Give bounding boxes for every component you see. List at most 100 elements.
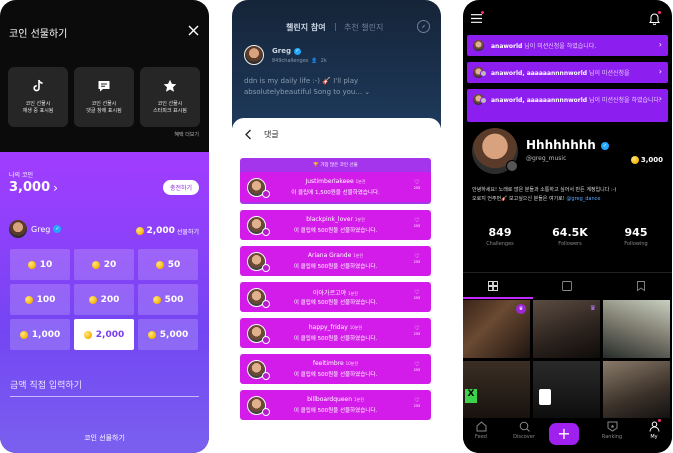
gift-user: Ariana Grande 1분전 bbox=[240, 252, 431, 259]
tool-comment[interactable]: 코인 선물시 댓글 창에 표시됨 bbox=[74, 67, 134, 127]
camera-icon[interactable] bbox=[506, 160, 518, 172]
plus-icon: + bbox=[549, 423, 579, 445]
nav-create[interactable]: + bbox=[549, 423, 579, 445]
recipient: Greg ✓ bbox=[9, 220, 62, 238]
video-thumbnail[interactable]: ♛ bbox=[463, 300, 530, 358]
gift-time: 1분전 bbox=[353, 397, 364, 402]
nav-label: Discover bbox=[513, 434, 535, 440]
charge-button[interactable]: 충전하기 bbox=[163, 180, 199, 195]
compass-icon[interactable] bbox=[417, 20, 430, 33]
like-button[interactable]: ♡ 255 bbox=[411, 397, 423, 408]
close-icon[interactable] bbox=[188, 25, 199, 36]
bell-icon[interactable] bbox=[649, 11, 661, 25]
amount-option[interactable]: 100 bbox=[10, 284, 70, 315]
amount-option[interactable]: 200 bbox=[74, 284, 134, 315]
gift-comment-card[interactable]: blackpink_lover 1분전 이 클립에 500원을 선물하였습니다. ♡… bbox=[240, 210, 431, 240]
handle: @greg_music bbox=[526, 155, 567, 162]
notification-text: anaworld 님이 미션신청을 하였습니다. bbox=[491, 41, 596, 50]
user-challenges: 849challenges bbox=[272, 58, 309, 64]
bio-link[interactable]: @greg_dance bbox=[566, 196, 600, 202]
tool-tiktok[interactable]: 코인 선물시 재생 중 표시됨 bbox=[8, 67, 68, 127]
video-thumbnail[interactable] bbox=[603, 300, 670, 358]
like-count: 255 bbox=[413, 404, 421, 408]
user-row: Greg ✓ bbox=[272, 47, 301, 55]
gift-comment-card[interactable]: Justimberlakeee 1분전 이 클립에 1,500원을 선물하였습니다… bbox=[240, 172, 431, 202]
stat-challenges[interactable]: 849 Challenges bbox=[477, 226, 523, 247]
notification-item[interactable]: anaworld, aaaaaannnnworld 님이 미션신청을 하였습니다… bbox=[467, 89, 668, 122]
amount-option[interactable]: 5,000 bbox=[138, 319, 198, 350]
gift-comment-card[interactable]: Ariana Grande 1분전이 클립에 500원을 선물하였습니다. ♡ 25… bbox=[240, 246, 431, 276]
notification-item[interactable]: anaworld, aaaaaannnnworld 님이 미션신청을 › bbox=[467, 62, 668, 83]
video-thumbnail[interactable] bbox=[603, 361, 670, 419]
recipient-amount: 2,000 bbox=[146, 226, 175, 236]
gift-coin-button[interactable]: 코인 선물하기 bbox=[0, 422, 209, 453]
avatar[interactable] bbox=[244, 45, 264, 65]
like-button[interactable]: ♡ 255 bbox=[411, 179, 423, 190]
coin-icon bbox=[152, 295, 161, 304]
amount-option[interactable]: 10 bbox=[10, 249, 70, 280]
amount-value: 5,000 bbox=[159, 329, 189, 340]
video-thumbnail[interactable] bbox=[533, 361, 600, 419]
avatar bbox=[480, 97, 487, 104]
ranking-icon bbox=[597, 421, 627, 432]
direct-amount-input[interactable]: 금액 직접 입력하기 bbox=[10, 378, 82, 391]
grid-tab-icon[interactable] bbox=[488, 281, 498, 291]
bookmark-tab-icon[interactable] bbox=[637, 281, 645, 291]
verified-icon: ✓ bbox=[601, 141, 610, 150]
like-button[interactable]: ♡ 255 bbox=[411, 325, 423, 336]
my-coin-balance[interactable]: 3,000 › bbox=[9, 180, 58, 195]
video-description[interactable]: ddn is my daily life :-) 🎸 I'll play abs… bbox=[244, 76, 404, 98]
gift-message: 이 클립에 500원을 선물하였습니다. bbox=[293, 264, 378, 270]
my-coin-label: 나의 코인 bbox=[9, 172, 33, 179]
bio: 안녕하세요! 노래로 많은 분들과 소통하고 싶어서 만든 계정입니다 :-) … bbox=[472, 186, 664, 204]
gift-time: 1분전 bbox=[353, 253, 364, 258]
tab-challenge-join[interactable]: 챌린지 참여 bbox=[286, 22, 326, 33]
amount-option[interactable]: 50 bbox=[138, 249, 198, 280]
nav-feed[interactable]: Feed bbox=[466, 421, 496, 440]
menu-icon[interactable] bbox=[471, 11, 484, 23]
chevron-right-icon: › bbox=[658, 40, 662, 49]
gift-comment-card[interactable]: happy_friday 10분전 이 클립에 500원을 선물하였습니다. ♡ 25… bbox=[240, 318, 431, 348]
discover-icon bbox=[509, 421, 539, 432]
nav-ranking[interactable]: Ranking bbox=[597, 421, 627, 440]
notification-item[interactable]: anaworld 님이 미션신청을 하였습니다. › bbox=[467, 35, 668, 56]
like-count: 255 bbox=[413, 260, 421, 264]
like-button[interactable]: ♡ 255 bbox=[411, 217, 423, 228]
tab-recommended[interactable]: 추천 챌린지 bbox=[344, 22, 383, 33]
tiktok-icon bbox=[31, 79, 45, 93]
like-button[interactable]: ♡ 255 bbox=[411, 361, 423, 372]
gift-comment-card[interactable]: 아아가르고야 1분전 이 클립에 500원을 선물하였습니다. ♡ 255 bbox=[240, 282, 431, 312]
video-thumbnail[interactable]: X bbox=[463, 361, 530, 419]
gift-user: billboardqueen 1분전 bbox=[240, 396, 431, 403]
square-tab-icon[interactable] bbox=[562, 281, 572, 291]
gift-comment-card[interactable]: feeltimbre 10분전 이 클립에 500원을 선물하였습니다. ♡ 255 bbox=[240, 354, 431, 384]
gift-comment-card[interactable]: billboardqueen 1분전 이 클립에 500원을 선물하였습니다. ♡ 2… bbox=[240, 390, 431, 420]
active-tab-indicator bbox=[463, 297, 533, 299]
stat-value: 64.5K bbox=[552, 226, 588, 239]
coin-gift-screen: 코인 선물하기 코인 선물시 재생 중 표시됨 코인 선물시 댓글 창에 표시됨 코… bbox=[0, 0, 209, 453]
amount-option[interactable]: 20 bbox=[74, 249, 134, 280]
recipient-name: Greg bbox=[31, 224, 51, 234]
nav-discover[interactable]: Discover bbox=[509, 421, 539, 440]
more-benefits-link[interactable]: 혜택 더보기 bbox=[174, 131, 199, 138]
stat-followers[interactable]: 64.5K Followers bbox=[547, 226, 593, 247]
crown-icon: ♛ bbox=[589, 304, 596, 312]
stat-following[interactable]: 945 Following bbox=[613, 226, 659, 247]
verified-icon: ✓ bbox=[293, 47, 301, 55]
amount-value: 200 bbox=[100, 294, 120, 305]
tool-star[interactable]: 코인 선물시 스타피크 표시됨 bbox=[140, 67, 200, 127]
chevron-right-icon: › bbox=[658, 67, 662, 76]
like-button[interactable]: ♡ 255 bbox=[411, 289, 423, 300]
amount-option[interactable]: 1,000 bbox=[10, 319, 70, 350]
like-button[interactable]: ♡ 255 bbox=[411, 253, 423, 264]
heart-icon: ♡ bbox=[414, 325, 420, 332]
nav-my[interactable]: My bbox=[639, 419, 669, 440]
back-icon[interactable] bbox=[244, 129, 252, 140]
amount-option[interactable]: 2,000 bbox=[74, 319, 134, 350]
gift-user-name: happy_friday bbox=[308, 324, 348, 331]
home-icon bbox=[466, 421, 496, 432]
gift-user-name: billboardqueen bbox=[307, 396, 353, 403]
gift-user: 아아가르고야 1분전 bbox=[240, 288, 431, 297]
video-thumbnail[interactable]: ♛ bbox=[533, 300, 600, 358]
amount-option[interactable]: 500 bbox=[138, 284, 198, 315]
